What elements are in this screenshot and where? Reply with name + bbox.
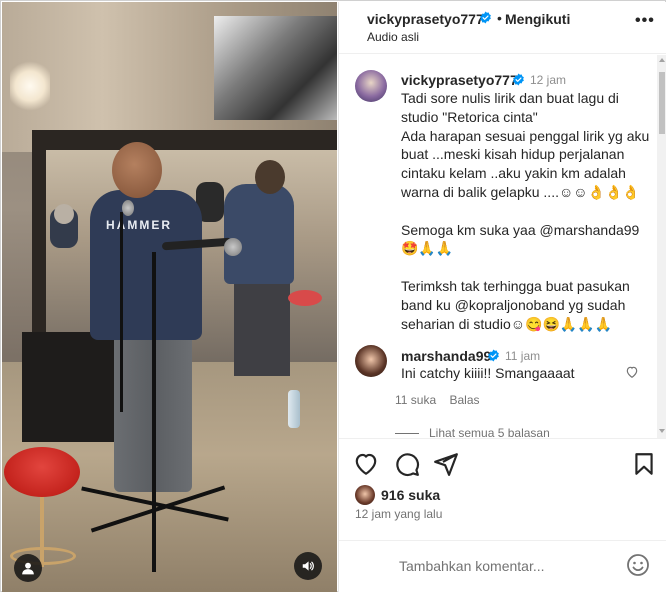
comment-input[interactable] — [399, 555, 619, 577]
commenter-avatar[interactable] — [355, 345, 387, 377]
separator-dot: • — [497, 10, 502, 26]
comment-meta: 11 suka Balas — [395, 393, 490, 407]
scrollbar-thumb[interactable] — [659, 72, 665, 134]
emoji-icon[interactable] — [626, 553, 650, 577]
comment-time: 11 jam — [505, 349, 541, 363]
scroll-up-arrow[interactable] — [659, 58, 665, 62]
liker-avatar — [355, 485, 375, 505]
post-actions: 916 suka 12 jam yang lalu — [339, 438, 666, 530]
author-username[interactable]: vickyprasetyo777 — [367, 11, 484, 27]
audio-link[interactable]: Audio asli — [367, 30, 419, 44]
microphone-left — [122, 200, 134, 216]
follow-status-button[interactable]: Mengikuti — [505, 11, 570, 27]
likes-count[interactable]: 916 suka — [381, 487, 440, 503]
view-replies-label: Lihat semua 5 balasan — [429, 426, 550, 438]
caption-username[interactable]: vickyprasetyo777 — [401, 72, 518, 88]
red-stool — [4, 447, 80, 497]
user-icon — [22, 562, 34, 575]
author-avatar[interactable] — [355, 70, 387, 102]
mic-stand-left — [120, 212, 123, 412]
guitarist — [224, 184, 294, 284]
keyboard-player-head — [54, 204, 74, 224]
microphone — [224, 238, 242, 256]
wall-lamp — [10, 60, 50, 112]
red-stool-reflection — [288, 290, 322, 306]
guitarist-head — [255, 160, 285, 194]
view-replies-button[interactable]: Lihat semua 5 balasan — [395, 426, 550, 438]
shirt-print: HAMMER — [106, 218, 172, 232]
verified-badge-icon — [488, 349, 499, 362]
save-bookmark-icon[interactable] — [631, 451, 657, 477]
post-header: vickyprasetyo777 • Mengikuti Audio asli … — [339, 2, 666, 54]
replies-line — [395, 432, 419, 434]
caption-time: 12 jam — [530, 73, 567, 87]
reply-button[interactable]: Balas — [449, 393, 479, 407]
wall-poster — [214, 16, 337, 120]
scroll-down-arrow[interactable] — [659, 429, 665, 433]
comment-composer — [339, 540, 666, 592]
speaker-icon — [302, 561, 314, 571]
guitarist-legs — [234, 278, 290, 376]
post-video[interactable]: HAMMER — [2, 2, 337, 592]
audio-toggle-button[interactable] — [294, 552, 322, 580]
post-side-panel: vickyprasetyo777 • Mengikuti Audio asli … — [338, 2, 666, 592]
instagram-post-modal: HAMMER vickyprasetyo777 • Mengikuti Audi… — [0, 0, 666, 592]
like-heart-icon[interactable] — [353, 451, 379, 477]
comments-section: vickyprasetyo777 12 jam Tadi sore nulis … — [339, 55, 666, 438]
post-timestamp: 12 jam yang lalu — [355, 507, 443, 521]
likes-summary[interactable]: 916 suka — [355, 485, 440, 505]
verified-badge-icon — [513, 73, 524, 86]
water-bottle — [288, 390, 300, 428]
comment-bubble-icon[interactable] — [394, 451, 420, 477]
share-send-icon[interactable] — [433, 451, 459, 477]
comment-like-icon[interactable] — [625, 365, 639, 379]
more-options-icon[interactable]: ••• — [635, 12, 655, 30]
singer — [90, 190, 202, 340]
tagged-users-button[interactable] — [14, 554, 42, 582]
mic-stand — [152, 252, 156, 572]
singer-head — [112, 142, 162, 198]
comment-likes[interactable]: 11 suka — [395, 393, 436, 407]
comment-text: Ini catchy kiiii!! Smangaaaat — [401, 365, 575, 381]
amplifier — [22, 332, 122, 442]
caption-text: Tadi sore nulis lirik dan buat lagu di s… — [401, 90, 650, 332]
comment-username[interactable]: marshanda99 — [401, 348, 491, 364]
verified-badge-icon — [480, 11, 491, 24]
